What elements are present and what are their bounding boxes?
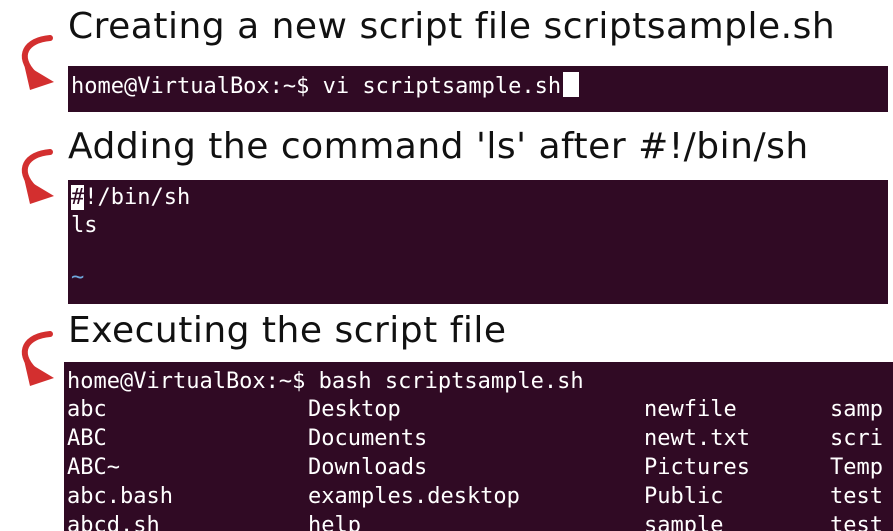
curved-arrow-icon <box>21 149 54 204</box>
file-entry: help <box>308 513 361 531</box>
file-entry: scri <box>830 426 883 451</box>
shebang-text: !/bin/sh <box>84 185 191 210</box>
terminal-bash-output: home@VirtualBox:~$ bash scriptsample.sh … <box>64 362 893 531</box>
terminal-command-line: home@VirtualBox:~$ bash scriptsample.sh <box>67 368 584 396</box>
file-entry: Desktop <box>308 397 401 422</box>
curved-arrow-icon <box>21 331 54 386</box>
file-entry: abcd.sh <box>67 513 160 531</box>
terminal-vi-command: home@VirtualBox:~$ vi scriptsample.sh <box>68 66 888 112</box>
terminal-command-line: home@VirtualBox:~$ vi scriptsample.sh <box>71 72 580 102</box>
editor-line-shebang: #!/bin/sh <box>71 184 190 212</box>
file-entry: examples.desktop <box>308 484 520 509</box>
file-entry: Downloads <box>308 455 428 480</box>
editor-line-ls: ls <box>71 213 98 238</box>
text-cursor <box>563 72 580 97</box>
file-entry: Pictures <box>644 455 750 480</box>
caption-add-command: Adding the command 'ls' after #!/bin/sh <box>68 126 809 167</box>
file-entry: abc <box>67 397 107 422</box>
file-entry: newfile <box>644 397 737 422</box>
shell-prompt: home@VirtualBox:~$ <box>71 74 310 99</box>
shell-command: bash scriptsample.sh <box>318 369 584 394</box>
file-entry: samp <box>830 397 883 422</box>
shell-command: vi scriptsample.sh <box>322 74 562 99</box>
file-entry: newt.txt <box>644 426 750 451</box>
file-entry: test <box>830 513 883 531</box>
vi-editor[interactable]: #!/bin/sh ls ~ <box>68 180 888 304</box>
file-entry: abc.bash <box>67 484 173 509</box>
file-entry: Temp <box>830 455 883 480</box>
file-entry: sample <box>644 513 724 531</box>
editor-cursor: # <box>71 185 85 210</box>
curved-arrow-icon <box>21 35 54 90</box>
caption-create-script: Creating a new script file scriptsample.… <box>68 6 836 47</box>
file-entry: ABC~ <box>67 455 120 480</box>
caption-execute-script: Executing the script file <box>68 310 507 351</box>
file-entry: Documents <box>308 426 428 451</box>
shell-prompt: home@VirtualBox:~$ <box>67 369 306 394</box>
file-entry: Public <box>644 484 724 509</box>
file-entry: ABC <box>67 426 107 451</box>
editor-empty-line-marker: ~ <box>71 265 85 290</box>
file-entry: test <box>830 484 883 509</box>
